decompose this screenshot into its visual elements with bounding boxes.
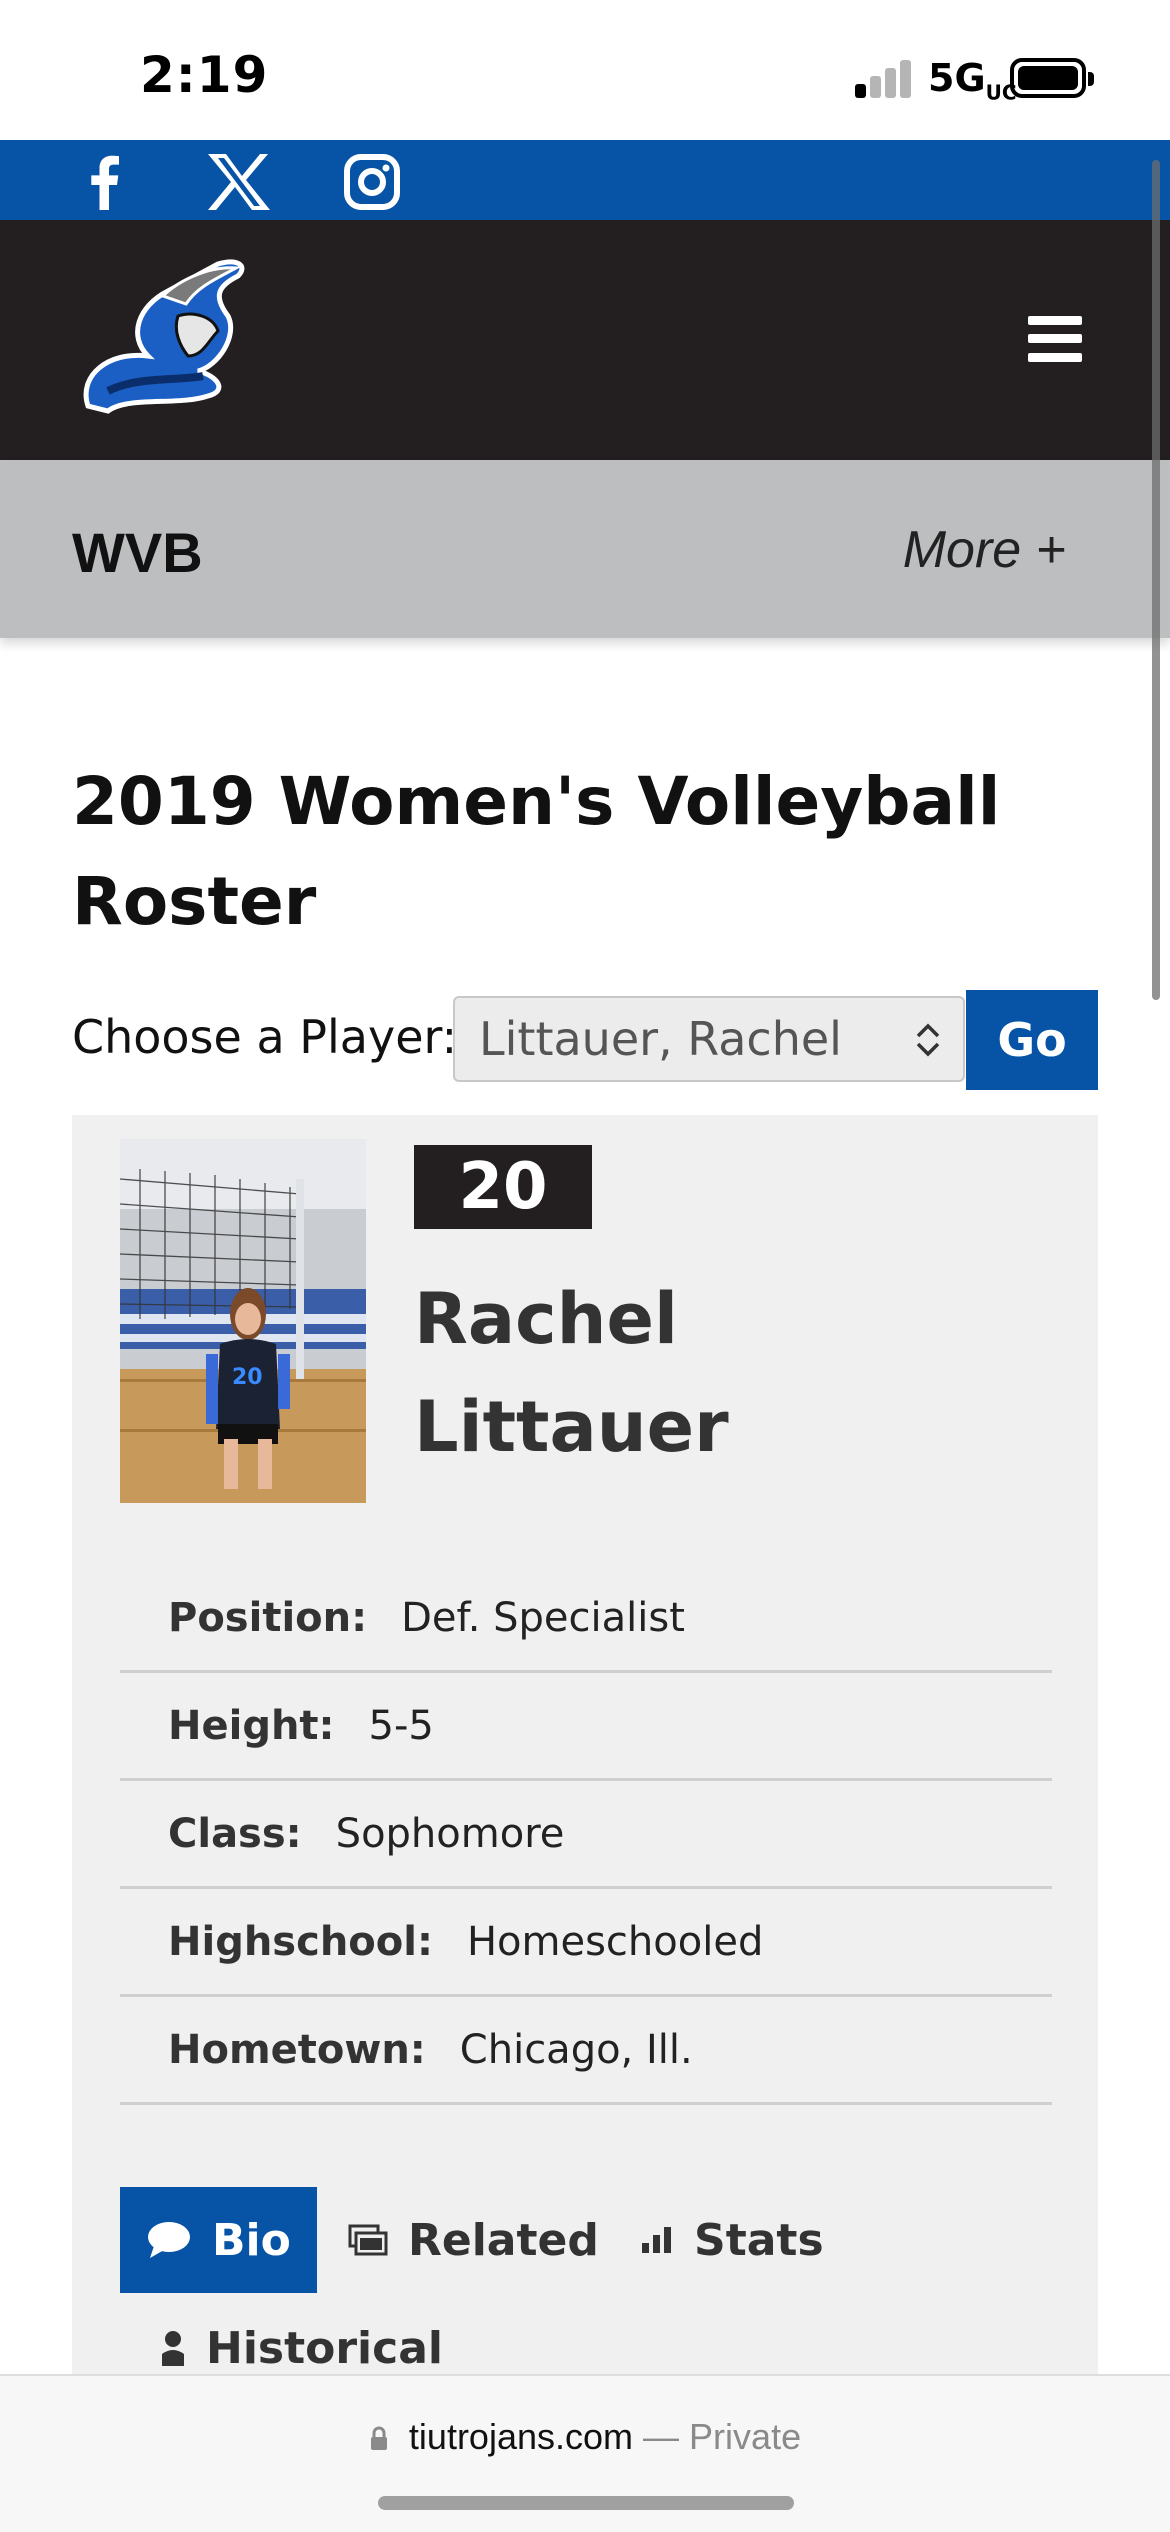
more-menu-button[interactable]: More + [903, 520, 1066, 580]
signal-strength-icon [855, 58, 915, 98]
player-card: 20 20 Rachel Littauer Position: Def. Spe… [72, 1115, 1098, 2415]
url-separator: — [643, 2416, 680, 2457]
player-select[interactable]: Littauer, Rachel [453, 996, 965, 1082]
sport-subnav: WVB More + [0, 460, 1170, 638]
facebook-icon[interactable] [74, 152, 134, 212]
info-value: Chicago, Ill. [459, 2026, 693, 2073]
url-text[interactable]: tiutrojans.com — Private [0, 2416, 1170, 2458]
url-domain: tiutrojans.com [408, 2416, 634, 2457]
tab-stats[interactable]: Stats [640, 2187, 824, 2293]
jersey-number-badge: 20 [414, 1145, 592, 1229]
status-time: 2:19 [140, 46, 269, 104]
info-row-position: Position: Def. Specialist [120, 1565, 1052, 1673]
tab-label: Stats [694, 2214, 824, 2266]
tab-label: Historical [206, 2322, 443, 2374]
subnav-title[interactable]: WVB [72, 520, 203, 585]
status-bar: 2:19 5GUC [0, 0, 1170, 140]
tab-label: Related [408, 2214, 599, 2266]
player-info-list: Position: Def. Specialist Height: 5-5 Cl… [120, 1565, 1052, 2105]
info-value: Homeschooled [466, 1918, 764, 1965]
info-label: Class: [168, 1810, 302, 1857]
social-bar [0, 140, 1170, 220]
x-icon[interactable] [206, 152, 272, 212]
user-icon [160, 2330, 186, 2366]
tab-bio[interactable]: Bio [120, 2187, 317, 2293]
info-label: Position: [168, 1594, 368, 1641]
page-title: 2019 Women's Volleyball Roster [72, 763, 1001, 940]
tab-related[interactable]: Related [348, 2187, 599, 2293]
info-label: Hometown: [168, 2026, 426, 2073]
go-button[interactable]: Go [966, 990, 1098, 1090]
photo-jersey-number: 20 [232, 1365, 263, 1390]
choose-player-label: Choose a Player: [72, 1010, 458, 1064]
comment-icon [146, 2220, 192, 2260]
info-row-height: Height: 5-5 [120, 1673, 1052, 1781]
info-label: Highschool: [168, 1918, 433, 1965]
info-row-hometown: Hometown: Chicago, Ill. [120, 1997, 1052, 2105]
player-select-value: Littauer, Rachel [479, 1012, 842, 1066]
info-row-highschool: Highschool: Homeschooled [120, 1889, 1052, 1997]
page-scrollbar[interactable] [1152, 160, 1160, 1000]
site-header [0, 220, 1170, 460]
player-first-name: Rachel [414, 1278, 678, 1360]
info-value: Def. Specialist [401, 1594, 685, 1641]
browser-url-bar[interactable]: tiutrojans.com — Private [0, 2374, 1170, 2532]
select-arrows-icon [916, 1023, 940, 1057]
battery-icon [1010, 58, 1094, 98]
info-value: 5-5 [368, 1702, 434, 1749]
home-indicator[interactable] [378, 2496, 794, 2510]
hamburger-menu-icon[interactable] [1028, 316, 1082, 362]
bar-chart-icon [640, 2225, 674, 2255]
lock-icon [370, 2426, 387, 2450]
info-label: Height: [168, 1702, 335, 1749]
privacy-label: Private [689, 2416, 802, 2457]
network-indicator: 5GUC [928, 56, 1017, 105]
tab-label: Bio [212, 2214, 291, 2266]
player-name: Rachel Littauer [414, 1265, 729, 1481]
images-icon [348, 2224, 388, 2256]
player-photo: 20 [120, 1139, 366, 1503]
trojan-logo[interactable] [68, 256, 252, 424]
info-value: Sophomore [335, 1810, 565, 1857]
player-last-name: Littauer [414, 1386, 729, 1468]
instagram-icon[interactable] [342, 152, 402, 212]
info-row-class: Class: Sophomore [120, 1781, 1052, 1889]
